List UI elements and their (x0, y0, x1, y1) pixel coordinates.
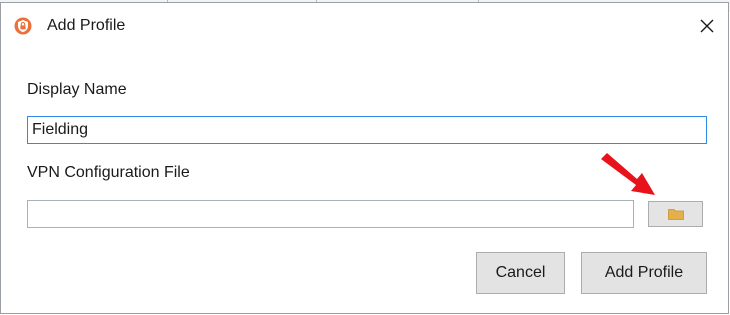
add-profile-button[interactable]: Add Profile (581, 252, 707, 294)
title-bar: Add Profile (1, 3, 728, 47)
display-name-label: Display Name (27, 81, 127, 98)
red-arrow-icon (601, 153, 655, 195)
vpn-config-file-input[interactable] (27, 200, 634, 228)
folder-icon (667, 209, 684, 220)
cancel-button[interactable]: Cancel (476, 252, 565, 294)
close-icon (700, 19, 714, 33)
shield-lock-icon (14, 17, 32, 35)
vpn-config-file-label: VPN Configuration File (27, 164, 190, 181)
display-name-input[interactable] (27, 116, 707, 144)
dialog-title: Add Profile (47, 17, 126, 34)
browse-file-button[interactable] (648, 201, 703, 227)
add-profile-dialog: Add Profile Display Name VPN Configurati… (0, 2, 729, 314)
close-button[interactable] (692, 11, 722, 41)
